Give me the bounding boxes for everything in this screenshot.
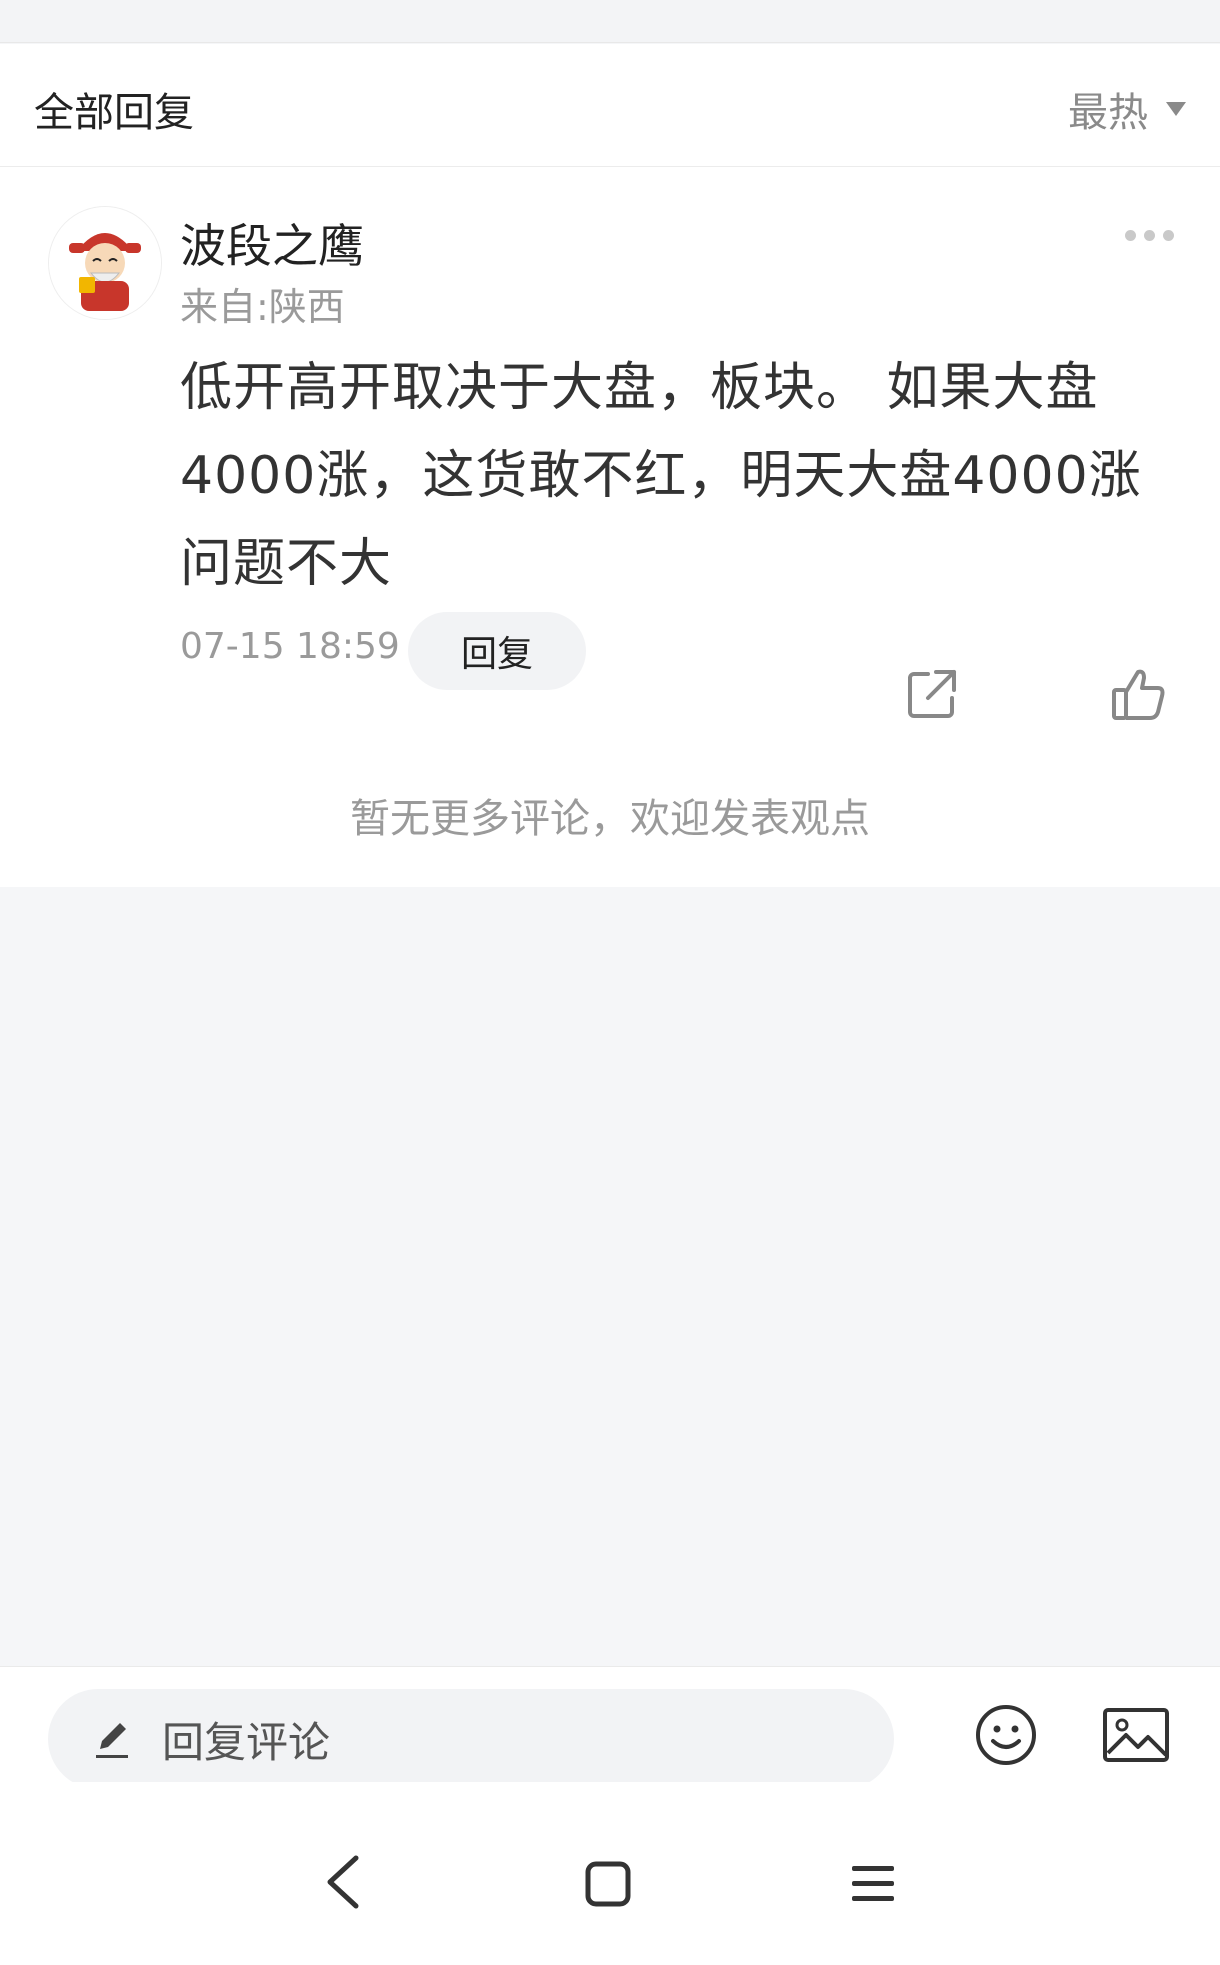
emoji-icon[interactable]	[974, 1703, 1038, 1767]
top-strip	[0, 0, 1220, 43]
no-more-comments-notice: 暂无更多评论，欢迎发表观点	[350, 796, 870, 842]
reply-button[interactable]: 回复	[408, 612, 586, 690]
section-title: 全部回复	[34, 90, 194, 136]
system-nav-bar	[0, 1782, 1220, 1965]
home-icon[interactable]	[584, 1860, 632, 1908]
back-icon[interactable]	[322, 1854, 362, 1910]
comments-panel: 全部回复 最热 波段之鹰 来自:陕西 低开高开取决于大盘，板块。 如果大盘400…	[0, 44, 1220, 887]
reply-bar: 回复评论	[0, 1666, 1220, 1789]
comment-text: 低开高开取决于大盘，板块。 如果大盘4000涨，这货敢不红，明天大盘4000涨问…	[180, 358, 1142, 594]
comments-header: 全部回复 最热	[0, 44, 1220, 167]
sort-caret-icon	[1166, 102, 1186, 116]
location-label: 来自:陕西	[180, 285, 345, 329]
reply-input[interactable]: 回复评论	[48, 1689, 894, 1789]
reply-placeholder: 回复评论	[162, 1717, 331, 1767]
username[interactable]: 波段之鹰	[180, 210, 364, 276]
sort-dropdown[interactable]: 最热	[1068, 80, 1186, 138]
share-icon[interactable]	[906, 668, 958, 720]
menu-icon[interactable]	[850, 1862, 896, 1906]
comment-timestamp: 07-15 18:59	[180, 626, 400, 667]
like-icon[interactable]	[1110, 666, 1166, 722]
image-icon[interactable]	[1102, 1707, 1170, 1763]
avatar[interactable]	[48, 206, 162, 320]
pencil-icon	[96, 1723, 128, 1758]
sort-label: 最热	[1068, 90, 1148, 136]
more-icon[interactable]	[1125, 230, 1174, 241]
